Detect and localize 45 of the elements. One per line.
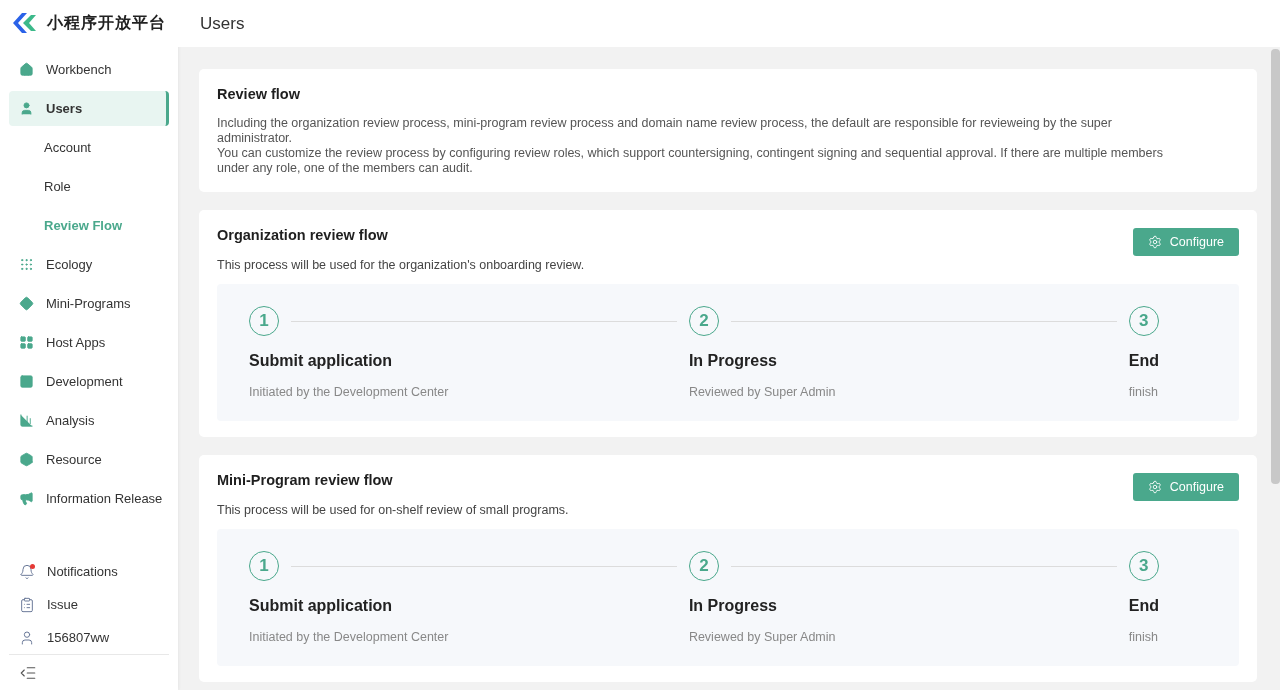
step-title: Submit application bbox=[249, 352, 394, 370]
settings-icon bbox=[1147, 480, 1162, 494]
page-header: Users bbox=[178, 0, 1280, 47]
sidebar-subitem[interactable]: Account bbox=[9, 130, 169, 165]
sidebar-item[interactable]: Mini-Programs bbox=[9, 286, 169, 321]
scrollbar[interactable] bbox=[1271, 49, 1280, 484]
step-title: In Progress bbox=[688, 352, 778, 370]
sidebar-subitem[interactable]: Role bbox=[9, 169, 169, 204]
user-icon bbox=[19, 101, 34, 116]
sidebar-item[interactable]: Host Apps bbox=[9, 325, 169, 360]
step-subtitle: Initiated by the Development Center bbox=[249, 385, 450, 399]
sidebar-item[interactable]: Analysis bbox=[9, 403, 169, 438]
sidebar-item[interactable]: Resource bbox=[9, 442, 169, 477]
step-subtitle: finish bbox=[1128, 630, 1159, 644]
sidebar-item[interactable]: Development bbox=[9, 364, 169, 399]
app-title: 小程序开放平台 bbox=[47, 12, 166, 33]
sidebar-item[interactable]: Workbench bbox=[9, 52, 169, 87]
sidebar-item[interactable]: Ecology bbox=[9, 247, 169, 282]
sidebar-link[interactable]: Notifications bbox=[9, 555, 169, 588]
step-subtitle: finish bbox=[1128, 385, 1159, 399]
description-text: You can customize the review process by configuring review roles, which support countersigning, contingent signing and sequential approval. If there are multiple members under any role, one of the members can audit. bbox=[217, 146, 1164, 176]
home-icon bbox=[19, 62, 34, 77]
description-text: This process will be used for on-shelf review of small programs. bbox=[217, 503, 569, 517]
diamond-icon bbox=[19, 296, 34, 311]
step-subtitle: Reviewed by Super Admin bbox=[688, 385, 837, 399]
grid-icon bbox=[19, 257, 34, 272]
grid-icon bbox=[19, 335, 34, 350]
hexagon-icon bbox=[19, 452, 34, 467]
description-text: This process will be used for the organization's onboarding review. bbox=[217, 258, 585, 272]
sidebar-link[interactable]: 156807ww bbox=[9, 621, 169, 654]
sidebar-link[interactable]: Issue bbox=[9, 588, 169, 621]
sidebar-item[interactable]: Information Release bbox=[9, 481, 169, 516]
description-text: Including the organization review process, mini-program review process and domain name review process, the default are responsible for revieweing by the super administrator. bbox=[217, 116, 1113, 146]
step-title: Submit application bbox=[249, 597, 394, 615]
card-title: Mini-Program review flow bbox=[217, 472, 394, 488]
step-title: End bbox=[1128, 597, 1159, 615]
step-title: In Progress bbox=[688, 597, 778, 615]
settings-icon bbox=[1147, 235, 1162, 249]
step-subtitle: Reviewed by Super Admin bbox=[688, 630, 837, 644]
sidebar-item[interactable]: Users bbox=[9, 91, 169, 126]
step-subtitle: Initiated by the Development Center bbox=[249, 630, 450, 644]
step-title: End bbox=[1128, 352, 1159, 370]
megaphone-icon bbox=[19, 491, 34, 506]
card-title: Organization review flow bbox=[217, 227, 389, 243]
card-title: Review flow bbox=[217, 86, 301, 102]
